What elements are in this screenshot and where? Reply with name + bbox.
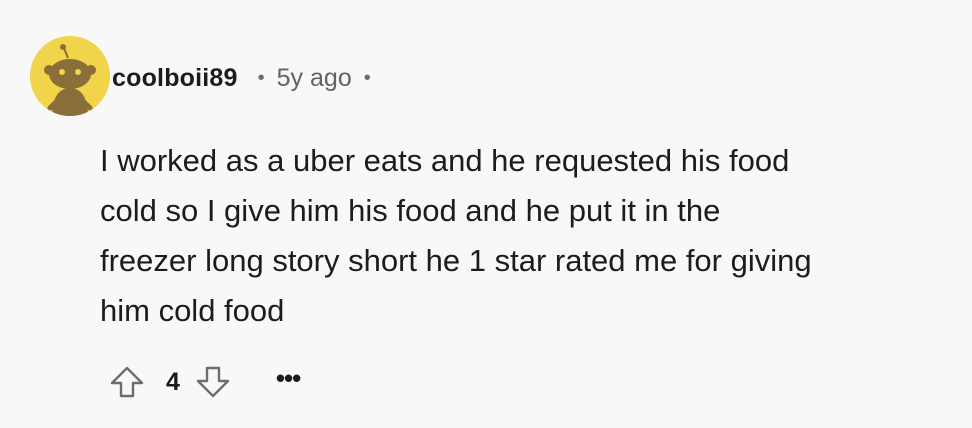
comment-text-line: him cold food — [100, 293, 285, 328]
comment-text-line: I worked as a uber eats and he requested… — [100, 143, 790, 178]
upvote-arrow-icon — [110, 366, 144, 398]
comment-text-line: cold so I give him his food and he put i… — [100, 193, 721, 228]
comment: coolboii89 • 5y ago • I worked as a uber… — [0, 0, 972, 428]
comment-actions: 4 ••• — [108, 362, 301, 402]
timestamp[interactable]: 5y ago — [277, 64, 352, 93]
username-link[interactable]: coolboii89 — [112, 64, 238, 93]
comment-header: coolboii89 • 5y ago • — [112, 60, 371, 96]
user-avatar[interactable] — [30, 36, 110, 116]
upvote-button[interactable] — [108, 363, 146, 401]
downvote-button[interactable] — [194, 363, 232, 401]
more-options-button[interactable]: ••• — [276, 365, 301, 391]
comment-body: I worked as a uber eats and he requested… — [100, 136, 960, 336]
downvote-arrow-icon — [196, 366, 230, 398]
separator-dot: • — [363, 66, 371, 89]
separator-dot: • — [257, 66, 265, 89]
reddit-snoo-avatar-icon — [30, 36, 110, 116]
comment-text-line: freezer long story short he 1 star rated… — [100, 243, 812, 278]
vote-score: 4 — [166, 367, 180, 396]
